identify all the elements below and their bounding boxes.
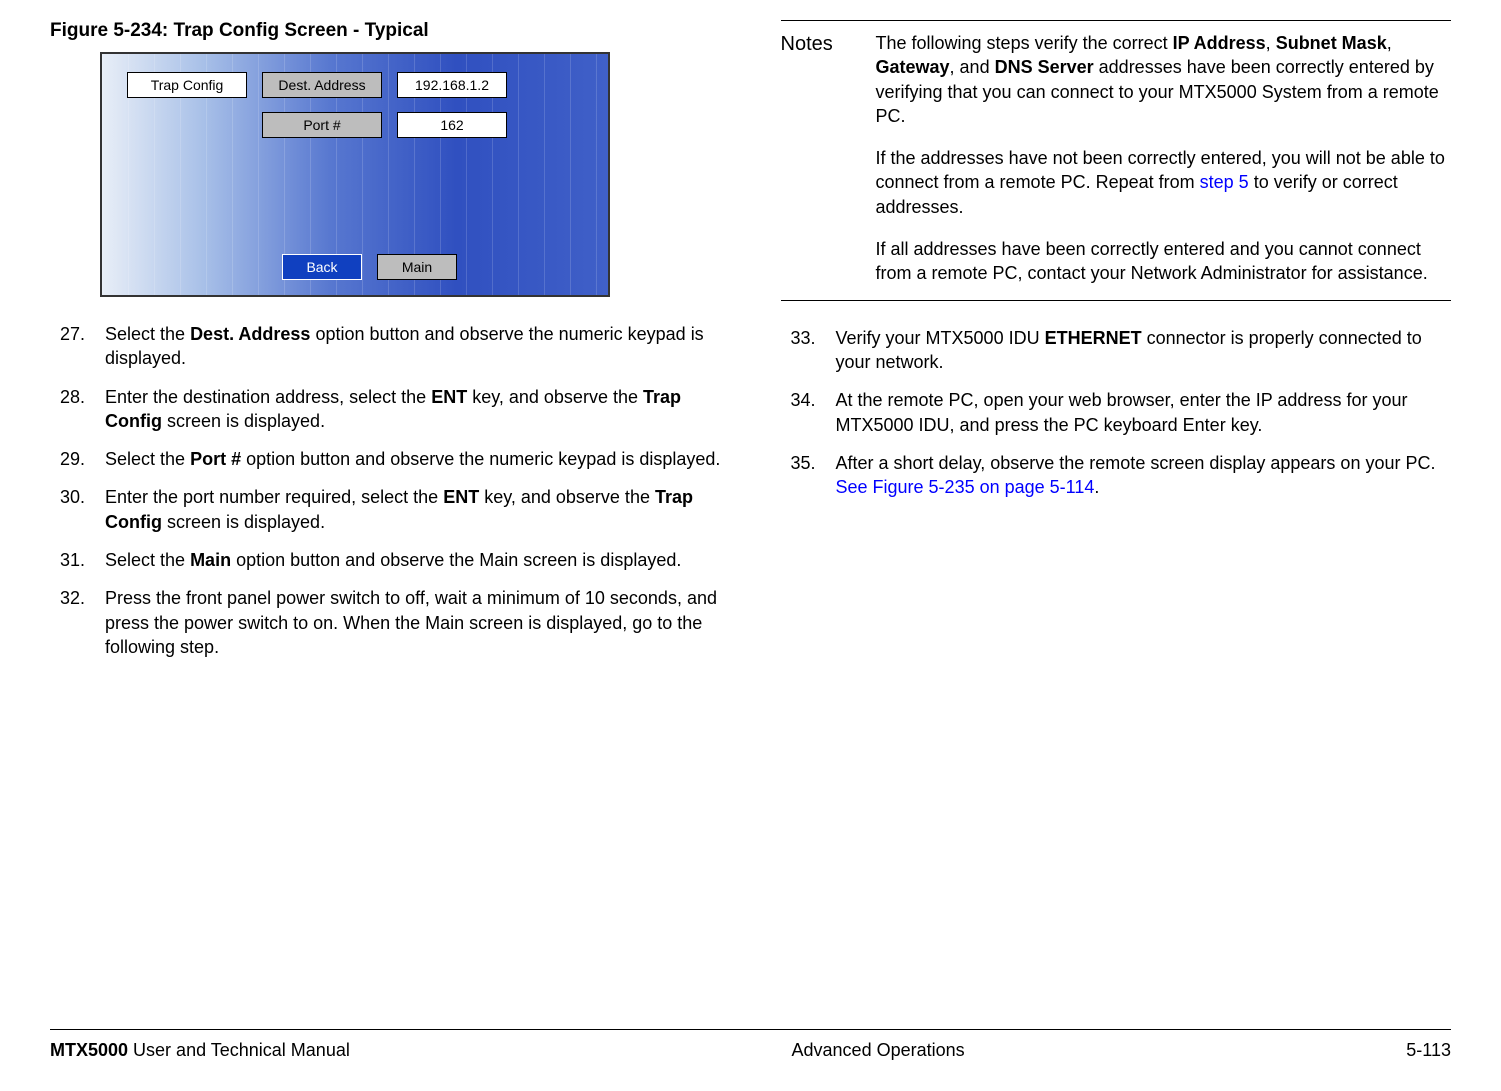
step-text: Verify your MTX5000 IDU ETHERNET connect…	[836, 326, 1452, 375]
footer-right: 5-113	[1406, 1040, 1451, 1061]
step-number: 28.	[50, 385, 105, 434]
notes-block: Notes The following steps verify the cor…	[781, 20, 1452, 301]
port-number-button[interactable]: Port #	[262, 112, 382, 138]
steps-right: 33. Verify your MTX5000 IDU ETHERNET con…	[781, 326, 1452, 500]
step-number: 29.	[50, 447, 105, 471]
step-number: 30.	[50, 485, 105, 534]
step-number: 34.	[781, 388, 836, 437]
step-text: Select the Main option button and observ…	[105, 548, 721, 572]
step-number: 35.	[781, 451, 836, 500]
step-text: Enter the destination address, select th…	[105, 385, 721, 434]
step-item: 27. Select the Dest. Address option butt…	[50, 322, 721, 371]
step-text: At the remote PC, open your web browser,…	[836, 388, 1452, 437]
step-text: Select the Port # option button and obse…	[105, 447, 721, 471]
step-item: 30. Enter the port number required, sele…	[50, 485, 721, 534]
step-text: Press the front panel power switch to of…	[105, 586, 721, 659]
notes-label: Notes	[781, 31, 876, 286]
step-item: 34. At the remote PC, open your web brow…	[781, 388, 1452, 437]
footer-center: Advanced Operations	[792, 1040, 965, 1061]
step-item: 32. Press the front panel power switch t…	[50, 586, 721, 659]
step-item: 28. Enter the destination address, selec…	[50, 385, 721, 434]
step-item: 33. Verify your MTX5000 IDU ETHERNET con…	[781, 326, 1452, 375]
step-number: 32.	[50, 586, 105, 659]
dest-address-value: 192.168.1.2	[397, 72, 507, 98]
step-number: 27.	[50, 322, 105, 371]
trap-config-label: Trap Config	[127, 72, 247, 98]
step-text: Select the Dest. Address option button a…	[105, 322, 721, 371]
step-5-link[interactable]: step 5	[1200, 172, 1249, 192]
dest-address-button[interactable]: Dest. Address	[262, 72, 382, 98]
port-number-value: 162	[397, 112, 507, 138]
footer-left: MTX5000 User and Technical Manual	[50, 1040, 350, 1061]
step-item: 35. After a short delay, observe the rem…	[781, 451, 1452, 500]
step-item: 31. Select the Main option button and ob…	[50, 548, 721, 572]
figure-title: Figure 5-234: Trap Config Screen - Typic…	[50, 20, 721, 42]
trap-config-screen: Trap Config Dest. Address 192.168.1.2 Po…	[100, 52, 610, 297]
step-text: Enter the port number required, select t…	[105, 485, 721, 534]
notes-text: The following steps verify the correct I…	[876, 31, 1452, 286]
step-number: 33.	[781, 326, 836, 375]
steps-left: 27. Select the Dest. Address option butt…	[50, 322, 721, 659]
step-text: After a short delay, observe the remote …	[836, 451, 1452, 500]
figure-5-235-link[interactable]: See Figure 5-235 on page 5-114	[836, 477, 1095, 497]
main-button[interactable]: Main	[377, 254, 457, 280]
back-button[interactable]: Back	[282, 254, 362, 280]
step-number: 31.	[50, 548, 105, 572]
step-item: 29. Select the Port # option button and …	[50, 447, 721, 471]
page-footer: MTX5000 User and Technical Manual Advanc…	[50, 1029, 1451, 1061]
